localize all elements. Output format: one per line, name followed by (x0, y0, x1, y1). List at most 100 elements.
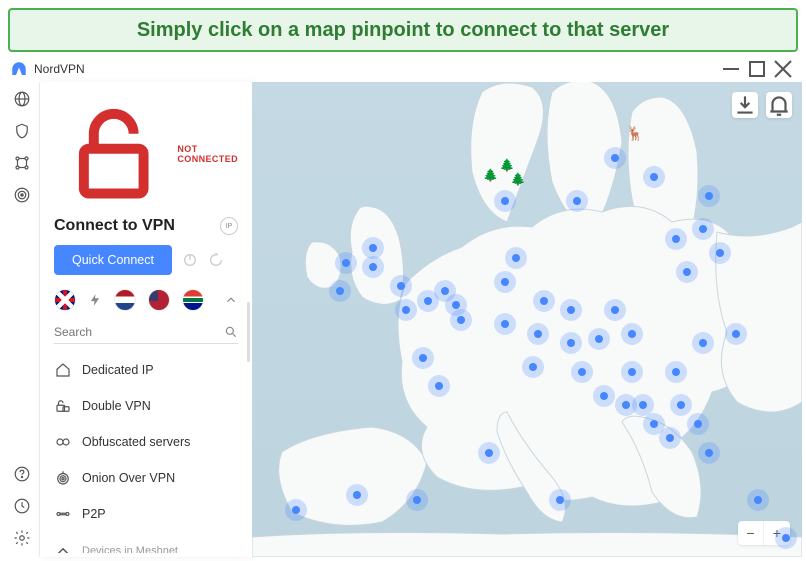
chevron-up-icon (54, 542, 72, 553)
help-icon[interactable] (13, 465, 31, 483)
minimize-button[interactable] (718, 59, 744, 79)
nav-rail (4, 82, 40, 557)
server-pin[interactable] (428, 375, 450, 397)
specialty-dedicated-ip[interactable]: Dedicated IP (54, 352, 238, 388)
recent-connections (54, 289, 238, 311)
server-pin[interactable] (643, 166, 665, 188)
close-button[interactable] (770, 59, 796, 79)
section-label: Devices in Meshnet (82, 545, 178, 553)
flag-uk[interactable] (54, 289, 76, 311)
server-pin[interactable] (494, 190, 516, 212)
server-list: Dedicated IP Double VPN Obfuscated serve… (54, 352, 238, 553)
server-pin[interactable] (560, 299, 582, 321)
refresh-icon[interactable] (208, 252, 224, 268)
meshnet-icon[interactable] (13, 154, 31, 172)
server-map[interactable]: − + 🌲🌲🌲🦌 (252, 82, 802, 557)
server-pin[interactable] (670, 394, 692, 416)
zoom-out-button[interactable]: − (738, 521, 764, 545)
server-pin[interactable] (329, 280, 351, 302)
flag-za[interactable] (182, 289, 204, 311)
server-pin[interactable] (571, 361, 593, 383)
server-pin[interactable] (775, 527, 797, 549)
tree-icon: 🌲 (483, 168, 498, 182)
target-icon[interactable] (13, 186, 31, 204)
server-pin[interactable] (709, 242, 731, 264)
list-item-label: P2P (82, 507, 106, 521)
server-pin[interactable] (406, 489, 428, 511)
server-pin[interactable] (560, 332, 582, 354)
home-icon (54, 361, 72, 379)
tree-icon: 🌲 (500, 158, 515, 172)
chevron-up-icon[interactable] (224, 293, 238, 307)
server-pin[interactable] (621, 361, 643, 383)
power-icon[interactable] (182, 252, 198, 268)
server-pin[interactable] (549, 489, 571, 511)
server-pin[interactable] (505, 247, 527, 269)
maximize-button[interactable] (744, 59, 770, 79)
server-pin[interactable] (698, 185, 720, 207)
server-pin[interactable] (285, 499, 307, 521)
server-pin[interactable] (747, 489, 769, 511)
main-area: NOT CONNECTED Connect to VPN IP Quick Co… (4, 82, 802, 557)
settings-icon[interactable] (13, 529, 31, 547)
server-pin[interactable] (665, 361, 687, 383)
flag-us[interactable] (148, 289, 170, 311)
list-item-label: Onion Over VPN (82, 471, 175, 485)
meshnet-header[interactable]: Devices in Meshnet (54, 532, 238, 553)
instruction-banner: Simply click on a map pinpoint to connec… (8, 8, 798, 52)
server-pin[interactable] (593, 385, 615, 407)
download-icon[interactable] (732, 92, 758, 118)
server-pin[interactable] (412, 347, 434, 369)
notification-icon[interactable] (766, 92, 792, 118)
server-pin[interactable] (604, 147, 626, 169)
server-pin[interactable] (621, 323, 643, 345)
status-label: NOT CONNECTED (177, 144, 238, 164)
server-pin[interactable] (692, 332, 714, 354)
list-item-label: Dedicated IP (82, 363, 154, 377)
list-item-label: Double VPN (82, 399, 151, 413)
ip-badge[interactable]: IP (220, 217, 238, 235)
server-pin[interactable] (346, 484, 368, 506)
server-pin[interactable] (566, 190, 588, 212)
scrollbar[interactable] (247, 302, 250, 362)
server-pin[interactable] (522, 356, 544, 378)
server-pin[interactable] (478, 442, 500, 464)
fastest-icon[interactable] (88, 293, 102, 307)
list-item-label: Obfuscated servers (82, 435, 190, 449)
side-panel: NOT CONNECTED Connect to VPN IP Quick Co… (40, 82, 252, 557)
server-pin[interactable] (676, 261, 698, 283)
search-input[interactable] (54, 325, 224, 339)
server-pin[interactable] (335, 252, 357, 274)
server-pin[interactable] (604, 299, 626, 321)
globe-icon[interactable] (13, 90, 31, 108)
server-pin[interactable] (659, 427, 681, 449)
deer-icon: 🦌 (626, 125, 643, 142)
onion-icon (54, 469, 72, 487)
tree-icon: 🌲 (511, 172, 526, 186)
server-pin[interactable] (665, 228, 687, 250)
specialty-onion[interactable]: Onion Over VPN (54, 460, 238, 496)
server-pin[interactable] (494, 313, 516, 335)
window-title: NordVPN (34, 62, 718, 76)
server-pin[interactable] (687, 413, 709, 435)
server-pin[interactable] (533, 290, 555, 312)
server-pin[interactable] (698, 442, 720, 464)
specialty-double-vpn[interactable]: Double VPN (54, 388, 238, 424)
search-icon[interactable] (224, 325, 238, 339)
server-pin[interactable] (395, 299, 417, 321)
history-icon[interactable] (13, 497, 31, 515)
specialty-obfuscated[interactable]: Obfuscated servers (54, 424, 238, 460)
server-pin[interactable] (494, 271, 516, 293)
server-pin[interactable] (725, 323, 747, 345)
connection-status: NOT CONNECTED (54, 94, 238, 213)
server-pin[interactable] (527, 323, 549, 345)
server-pin[interactable] (362, 256, 384, 278)
server-pin[interactable] (390, 275, 412, 297)
server-pin[interactable] (692, 218, 714, 240)
server-pin[interactable] (588, 328, 610, 350)
quick-connect-button[interactable]: Quick Connect (54, 245, 172, 275)
server-pin[interactable] (450, 309, 472, 331)
specialty-p2p[interactable]: P2P (54, 496, 238, 532)
flag-nl[interactable] (114, 289, 136, 311)
shield-icon[interactable] (13, 122, 31, 140)
